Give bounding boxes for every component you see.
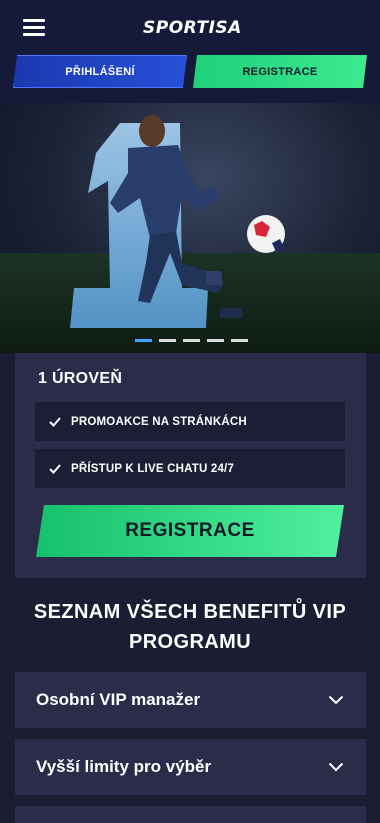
level-title: 1 ÚROVEŇ (38, 370, 123, 387)
login-button[interactable]: PŘIHLÁŠENÍ (13, 55, 187, 88)
accordion-item-withdrawal-limits[interactable]: Vyšší limity pro výběr (15, 739, 366, 795)
accordion-label: Osobní VIP manažer (36, 690, 201, 709)
level-benefit-label: PROMOAKCE NA STRÁNKÁCH (71, 415, 247, 428)
level-benefit-item: PŘÍSTUP K LIVE CHATU 24/7 (35, 449, 345, 488)
football-icon (247, 215, 285, 253)
accordion-item-vip-manager[interactable]: Osobní VIP manažer (15, 672, 366, 728)
accordion-label: Vyšší limity pro výběr (36, 757, 212, 776)
hamburger-menu-icon[interactable] (23, 19, 45, 36)
level-benefit-item: PROMOAKCE NA STRÁNKÁCH (35, 402, 345, 441)
level-card: 1 ÚROVEŇ PROMOAKCE NA STRÁNKÁCH PŘÍSTUP … (15, 353, 366, 578)
check-icon (49, 463, 61, 474)
hero-banner[interactable] (0, 103, 380, 353)
slider-dot[interactable] (231, 339, 248, 342)
benefits-title-line1: SEZNAM VŠECH BENEFITŮ VIP (33, 601, 347, 623)
level-one-graphic (70, 115, 285, 328)
slider-dot[interactable] (159, 339, 176, 342)
slider-dot[interactable] (183, 339, 200, 342)
slider-dots (135, 339, 248, 342)
slider-dot[interactable] (207, 339, 224, 342)
sportisa-logo[interactable]: SPORTISA (143, 14, 242, 42)
benefits-section-title: SEZNAM VŠECH BENEFITŮ VIP PROGRAMU (0, 597, 380, 657)
level-benefit-label: PŘÍSTUP K LIVE CHATU 24/7 (71, 462, 235, 475)
logo-text: SPORTISA (143, 18, 242, 38)
top-bar: SPORTISA PŘIHLÁŠENÍ REGISTRACE (0, 0, 380, 103)
chevron-down-icon (328, 695, 344, 705)
slider-dot[interactable] (135, 339, 152, 342)
register-button[interactable]: REGISTRACE (36, 505, 344, 557)
chevron-down-icon (328, 762, 344, 772)
accordion-item-partial[interactable] (15, 806, 366, 823)
check-icon (49, 416, 61, 427)
benefits-title-line2: PROGRAMU (128, 631, 252, 653)
register-top-button[interactable]: REGISTRACE (193, 55, 367, 88)
